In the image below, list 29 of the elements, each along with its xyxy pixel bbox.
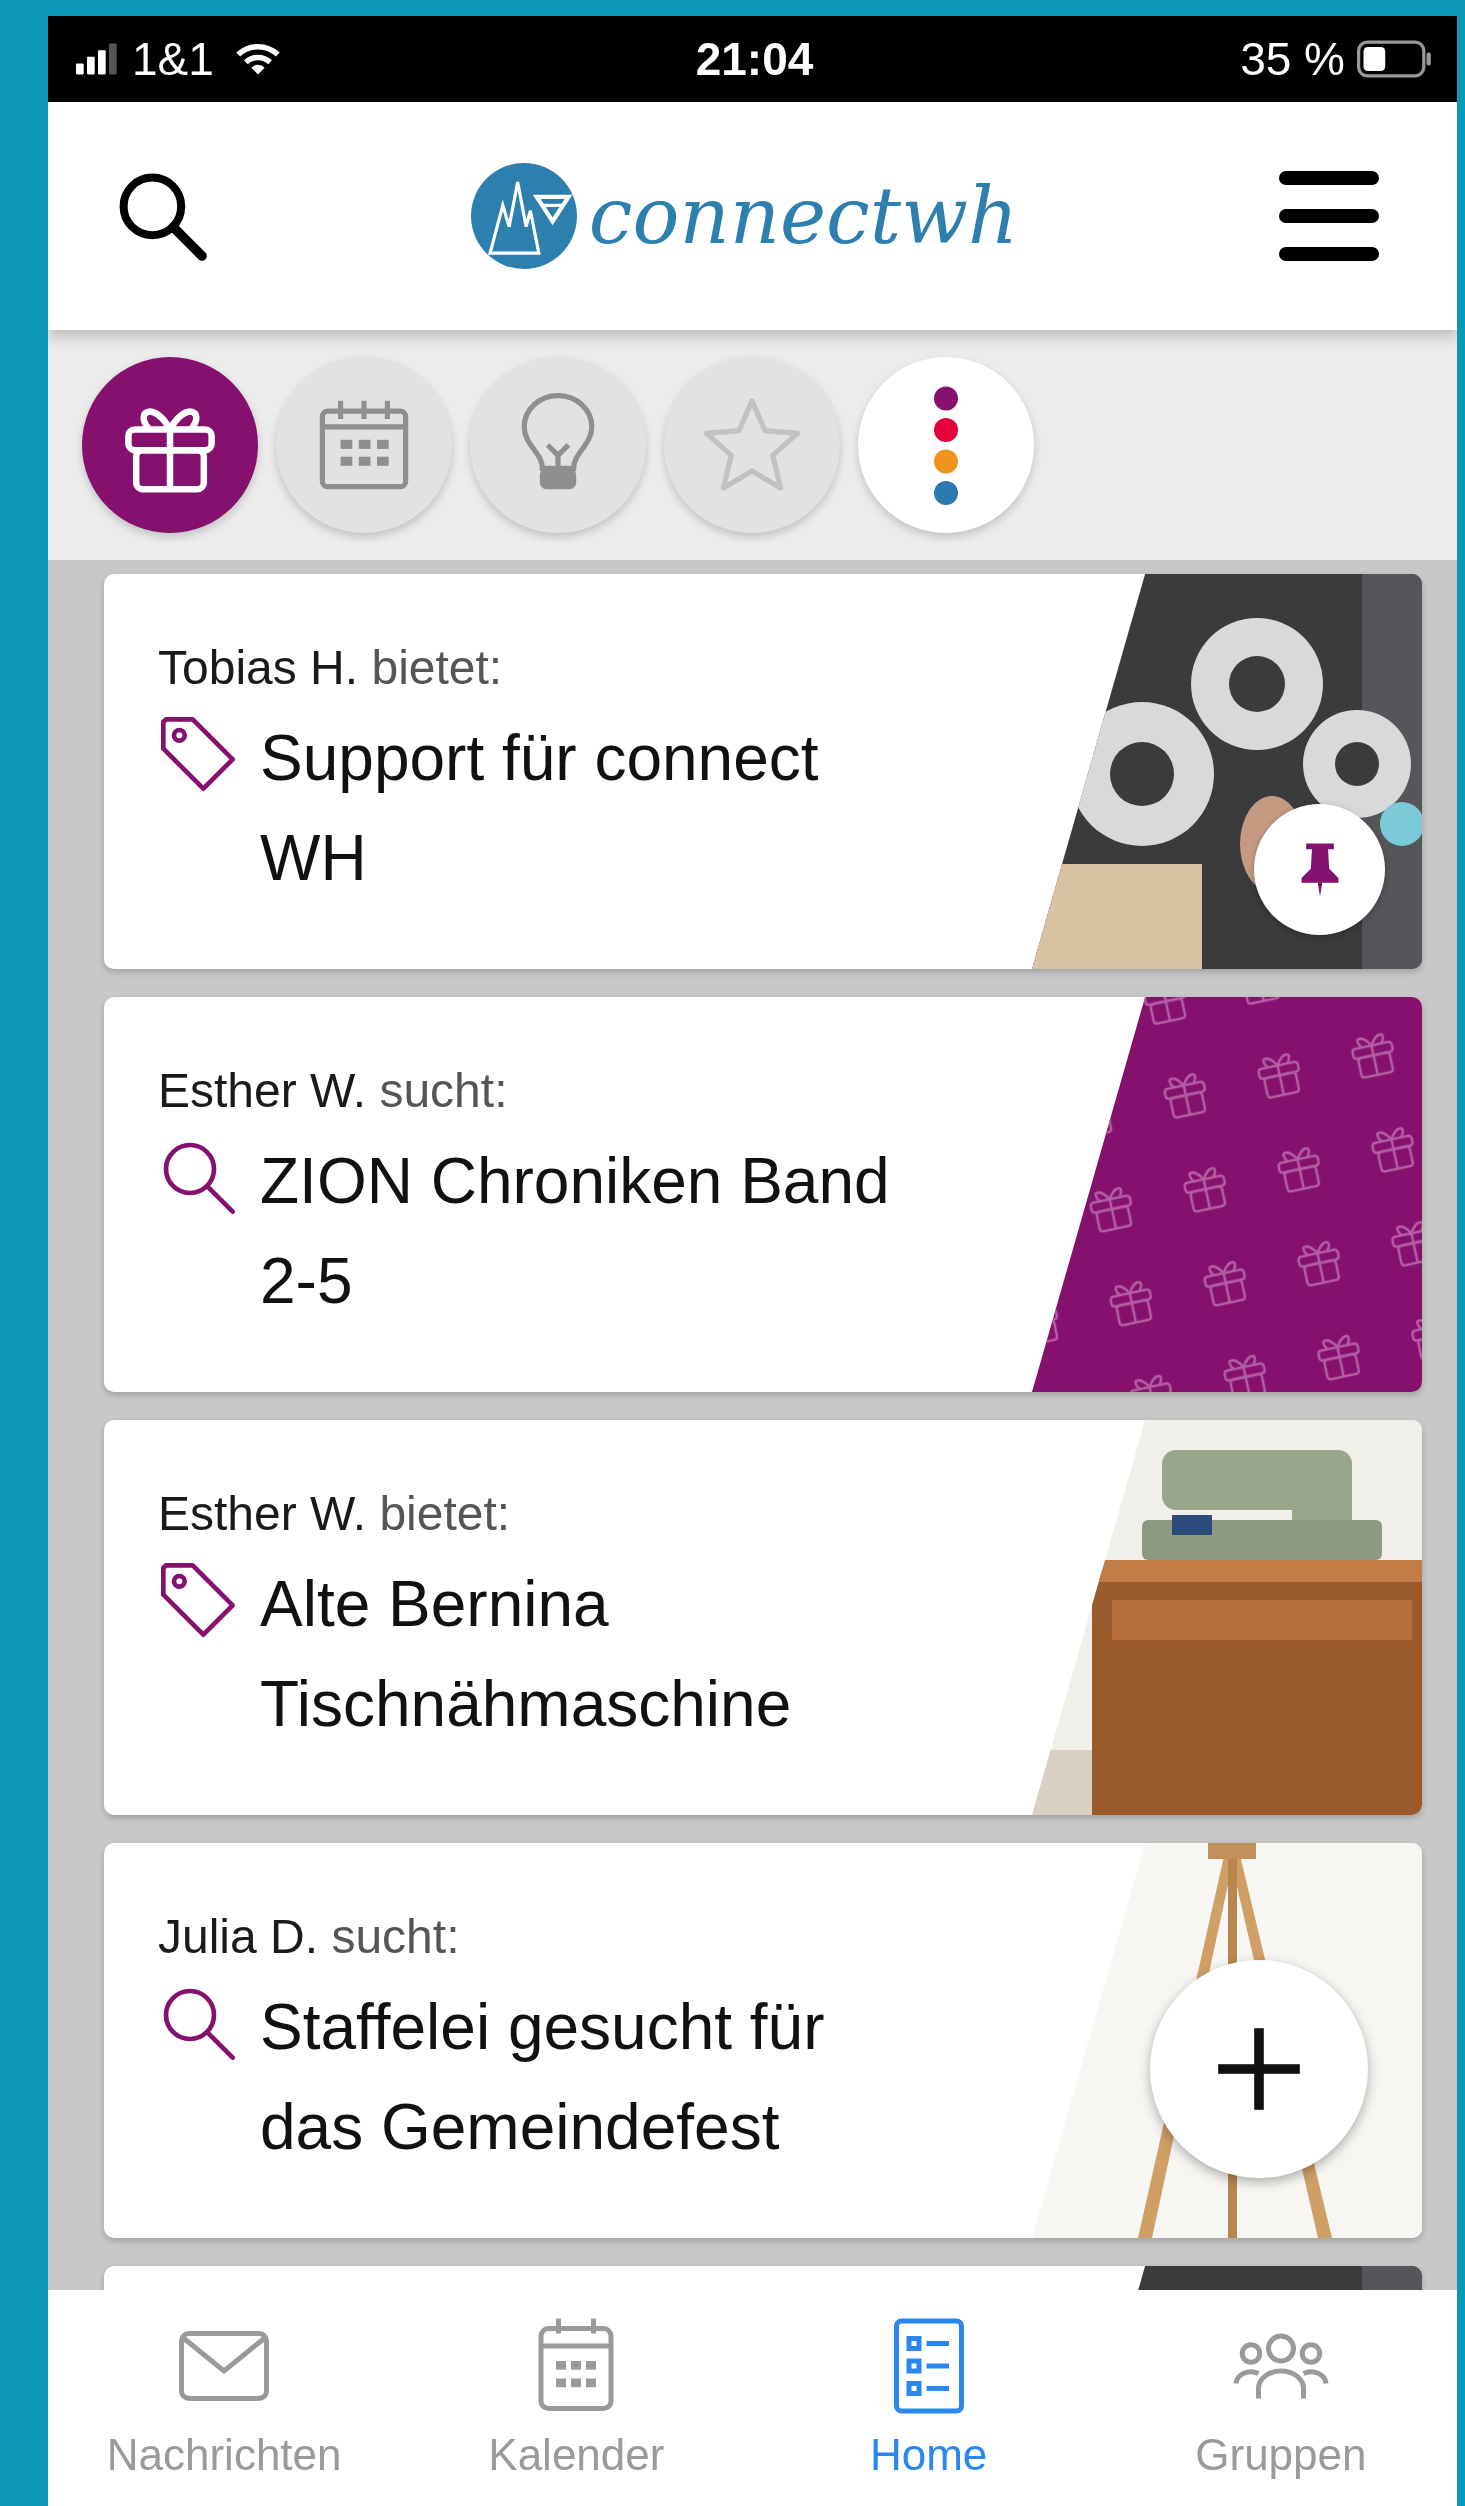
- listing-action: sucht:: [379, 1064, 508, 1117]
- listing-card[interactable]: Esther W. sucht: ZION Chroniken Band 2-5: [104, 997, 1422, 1392]
- carrier-name: 1&1: [132, 32, 214, 86]
- battery-percentage: 35 %: [1240, 32, 1345, 86]
- listing-title: Alte Bernina Tischnähmaschine: [260, 1567, 793, 1742]
- listing-title: Staffelei gesucht für das Gemeindefest: [260, 1990, 826, 2165]
- listing-card[interactable]: Julia D. sucht: Staffelei gesucht für das Gemeindefest: [104, 1843, 1422, 2238]
- wifi-icon: [235, 42, 280, 76]
- listing-action: bietet:: [379, 1487, 511, 1540]
- user-name: Julia D.: [158, 1910, 319, 1963]
- user-name: Esther W.: [158, 1064, 367, 1117]
- clock-time: 21:04: [695, 32, 814, 86]
- listing-title: Support für connect WH: [260, 721, 820, 896]
- listing-card[interactable]: Esther W. bietet: Alte Bernina Tischnähmaschine: [104, 1420, 1422, 1815]
- listing-title: ZION Chroniken Band 2-5: [260, 1144, 891, 1319]
- menu-icon[interactable]: [1279, 171, 1379, 261]
- battery-icon: [1357, 40, 1433, 78]
- logo-text: connectwh: [588, 171, 1019, 261]
- tag-icon: [158, 1560, 238, 1640]
- listing-action: sucht:: [331, 1910, 460, 1963]
- listing-card[interactable]: [104, 2266, 1422, 2290]
- logo-icon: [470, 163, 577, 269]
- user-name: Tobias H.: [158, 641, 359, 694]
- tag-icon: [158, 714, 238, 794]
- listing-card[interactable]: Tobias H. bietet: Support für connect WH: [104, 574, 1422, 969]
- user-name: Esther W.: [158, 1487, 367, 1540]
- listing-action: bietet:: [371, 641, 503, 694]
- signal-icon: [76, 43, 120, 75]
- nav-tab[interactable]: Home: [752, 2290, 1105, 2506]
